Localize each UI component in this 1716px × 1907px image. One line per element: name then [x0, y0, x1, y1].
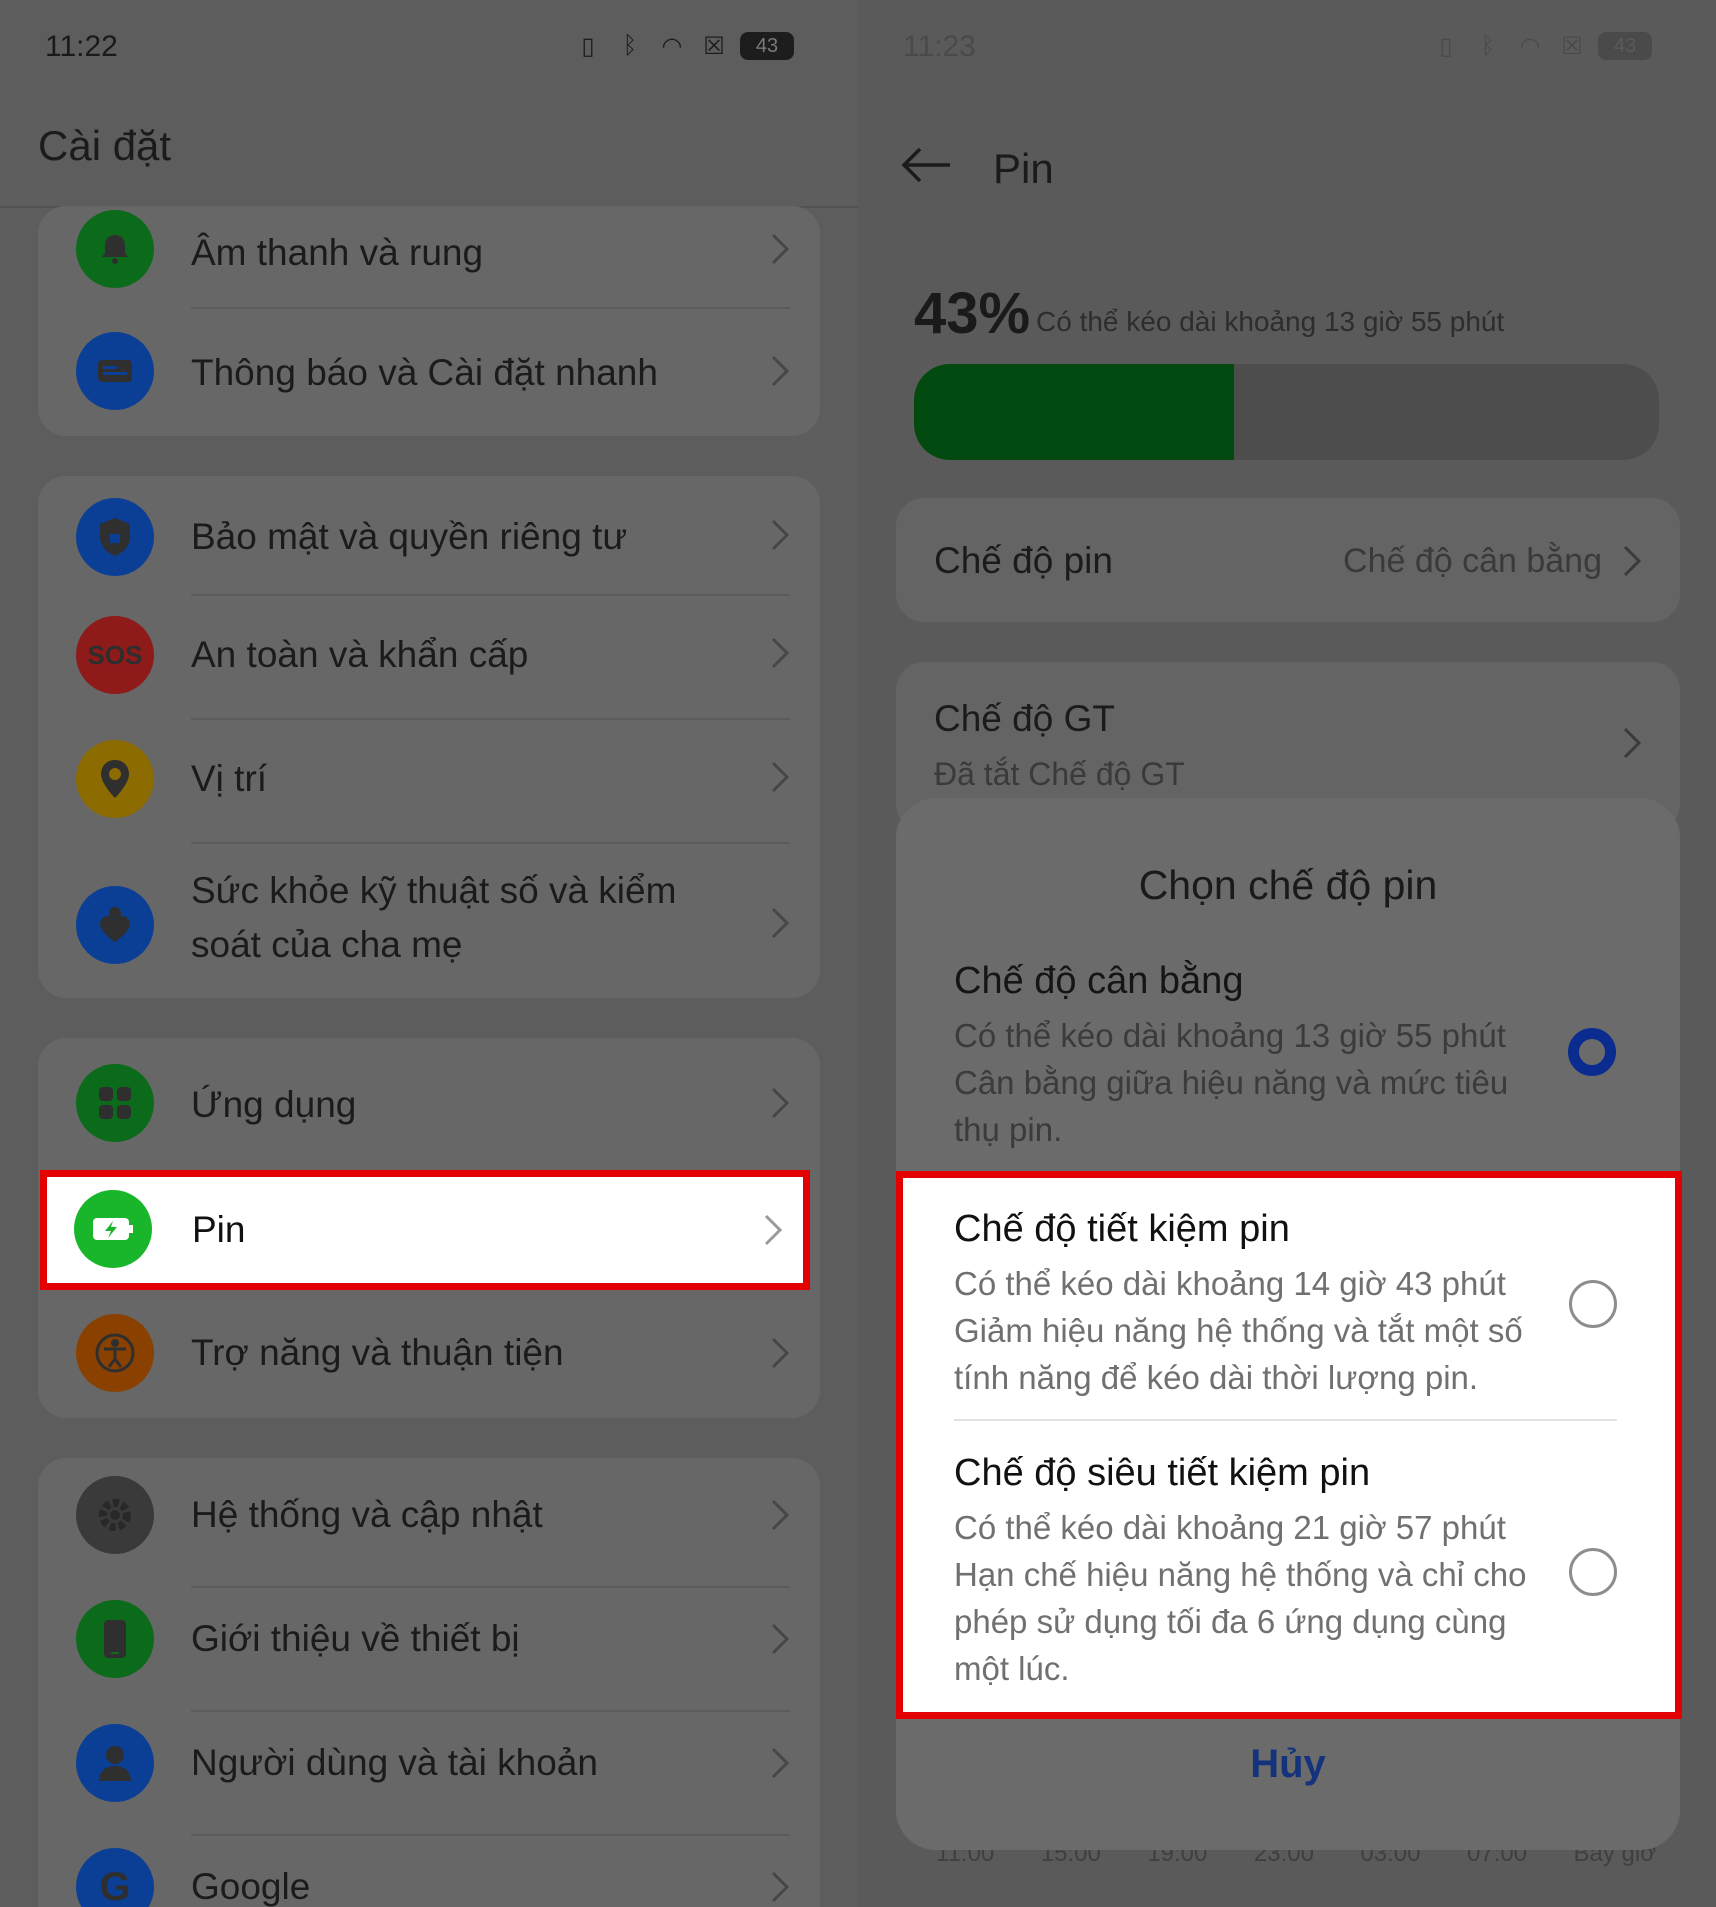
sidebar-item-label: An toàn và khẩn cấp — [191, 634, 529, 675]
sidebar-item-users[interactable]: Người dùng và tài khoản — [38, 1712, 820, 1836]
chevron-right-icon — [770, 1336, 790, 1370]
gear-icon — [76, 1476, 154, 1554]
sidebar-item-label: Thông báo và Cài đặt nhanh — [191, 352, 658, 393]
sidebar-item-system[interactable]: Hệ thống và cập nhật — [38, 1458, 820, 1582]
sidebar-item-safety[interactable]: SOS An toàn và khẩn cấp — [38, 596, 820, 720]
sidebar-item-label: Google — [191, 1866, 311, 1907]
sidebar-item-label: Âm thanh và rung — [191, 232, 484, 273]
page-title: Pin — [993, 145, 1054, 192]
chevron-right-icon — [770, 760, 790, 794]
sidebar-item-label: Sức khỏe kỹ thuật số và kiểm soát của ch… — [191, 870, 677, 965]
battery-mode-row[interactable]: Chế độ pin Chế độ cân bằng — [896, 498, 1680, 622]
location-icon — [76, 740, 154, 818]
status-time: 11:22 — [45, 30, 118, 63]
battery-status-icon: 43 — [740, 32, 794, 60]
settings-card-2: Bảo mật và quyền riêng tư SOS An toàn và… — [38, 476, 820, 998]
divider — [954, 1419, 1617, 1421]
sidebar-item-label: Hệ thống và cập nhật — [191, 1494, 543, 1535]
sidebar-item-apps[interactable]: Ứng dụng — [38, 1038, 820, 1162]
sidebar-item-label: Pin — [192, 1209, 246, 1250]
settings-card-1: Âm thanh và rung Thông báo và Cài đặt nh… — [38, 206, 820, 436]
back-arrow-icon[interactable] — [898, 145, 954, 185]
battery-mode-value: Chế độ cân bằng — [1343, 542, 1602, 580]
battery-panel: 11:23 ▯ ᛒ ◠ ☒ 43 Pin 43% Có thể kéo dài … — [858, 0, 1716, 1907]
sidebar-item-label: Người dùng và tài khoản — [191, 1742, 598, 1783]
bluetooth-icon: ᛒ — [1480, 32, 1496, 59]
settings-panel: 11:22 ▯ ᛒ ◠ ☒ 43 Cài đặt Âm thanh và run… — [0, 0, 858, 1907]
phone-icon — [76, 1600, 154, 1678]
battery-mode-label: Chế độ pin — [934, 540, 1113, 581]
option-description: Có thể kéo dài khoảng 21 giờ 57 phút Hạn… — [954, 1509, 1527, 1687]
option-title: Chế độ tiết kiệm pin — [954, 1208, 1290, 1250]
sim-icon: ☒ — [703, 32, 725, 60]
highlighted-options: Chế độ tiết kiệm pin Có thể kéo dài khoả… — [896, 1171, 1682, 1719]
settings-card-4: Hệ thống và cập nhật Giới thiệu về thiết… — [38, 1458, 820, 1907]
sidebar-item-google[interactable]: G Google — [38, 1836, 820, 1907]
sidebar-item-label: Bảo mật và quyền riêng tư — [191, 516, 628, 557]
radio-unselected[interactable] — [1569, 1280, 1617, 1328]
accessibility-icon — [76, 1314, 154, 1392]
option-description: Có thể kéo dài khoảng 14 giờ 43 phút Giả… — [954, 1265, 1523, 1396]
chevron-right-icon — [763, 1213, 783, 1247]
divider — [191, 307, 790, 309]
chevron-right-icon — [770, 1622, 790, 1656]
cancel-button[interactable]: Hủy — [896, 1742, 1680, 1787]
radio-unselected[interactable] — [1569, 1548, 1617, 1596]
chevron-right-icon — [770, 906, 790, 940]
radio-selected[interactable] — [1568, 1028, 1616, 1076]
gt-mode-label: Chế độ GT — [934, 698, 1115, 739]
user-icon — [76, 1724, 154, 1802]
sidebar-item-label: Vị trí — [191, 758, 268, 799]
sidebar-item-security[interactable]: Bảo mật và quyền riêng tư — [38, 476, 820, 596]
status-icons: ▯ ᛒ ◠ ☒ 43 — [572, 30, 794, 62]
vibrate-icon: ▯ — [581, 32, 595, 60]
battery-estimate: Có thể kéo dài khoảng 13 giờ 55 phút — [1036, 306, 1505, 337]
sidebar-item-about-device[interactable]: Giới thiệu về thiết bị — [38, 1588, 820, 1712]
shield-icon — [76, 498, 154, 576]
vibrate-icon: ▯ — [1439, 32, 1453, 60]
sidebar-item-location[interactable]: Vị trí — [38, 720, 820, 844]
sidebar-item-accessibility[interactable]: Trợ năng và thuận tiện — [38, 1292, 820, 1416]
page-title: Cài đặt — [38, 122, 172, 169]
gt-mode-status: Đã tắt Chế độ GT — [934, 756, 1185, 792]
chevron-right-icon — [770, 1870, 790, 1904]
sim-icon: ☒ — [1561, 32, 1583, 60]
bluetooth-icon: ᛒ — [622, 32, 638, 59]
battery-level-fill — [914, 364, 1235, 460]
sidebar-item-label: Trợ năng và thuận tiện — [191, 1332, 564, 1373]
notification-icon — [76, 332, 154, 410]
sidebar-item-battery[interactable]: Pin — [40, 1170, 810, 1290]
battery-status-icon: 43 — [1598, 32, 1652, 60]
sidebar-item-label: Giới thiệu về thiết bị — [191, 1618, 520, 1659]
battery-level-bar — [914, 364, 1659, 460]
chevron-right-icon — [770, 232, 790, 266]
status-time: 11:23 — [903, 30, 976, 63]
google-icon: G — [76, 1848, 154, 1907]
chevron-right-icon — [770, 518, 790, 552]
option-description: Có thể kéo dài khoảng 13 giờ 55 phút Cân… — [954, 1017, 1509, 1148]
chevron-right-icon — [770, 354, 790, 388]
sidebar-item-label: Ứng dụng — [191, 1084, 357, 1125]
sidebar-item-digital-wellbeing[interactable]: Sức khỏe kỹ thuật số và kiểm soát của ch… — [38, 844, 820, 998]
option-title: Chế độ cân bằng — [954, 960, 1244, 1002]
chevron-right-icon — [770, 1498, 790, 1532]
bell-icon — [76, 210, 154, 288]
option-title: Chế độ siêu tiết kiệm pin — [954, 1452, 1371, 1494]
apps-icon — [76, 1064, 154, 1142]
chevron-right-icon — [770, 636, 790, 670]
heart-person-icon — [76, 886, 154, 964]
sidebar-item-notifications[interactable]: Thông báo và Cài đặt nhanh — [38, 310, 820, 434]
chevron-right-icon — [1622, 544, 1642, 578]
chevron-right-icon — [770, 1746, 790, 1780]
battery-percent: 43% — [914, 281, 1031, 346]
chevron-right-icon — [770, 1086, 790, 1120]
sos-icon: SOS — [76, 616, 154, 694]
sheet-title: Chọn chế độ pin — [1138, 862, 1438, 908]
wifi-icon: ◠ — [661, 32, 683, 60]
battery-icon — [74, 1190, 152, 1268]
status-icons: ▯ ᛒ ◠ ☒ 43 — [1430, 30, 1652, 62]
chevron-right-icon — [1622, 726, 1642, 760]
wifi-icon: ◠ — [1519, 32, 1541, 60]
